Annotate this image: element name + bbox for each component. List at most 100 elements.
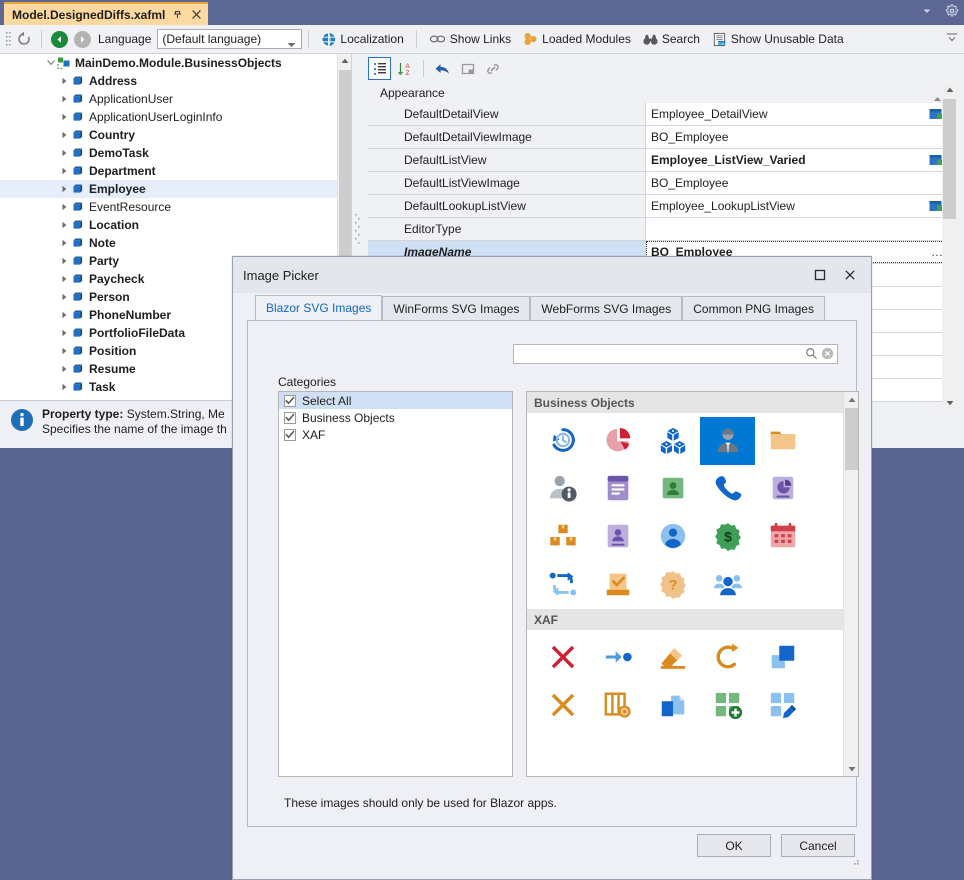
image-item-person-circle-icon[interactable] [645, 513, 700, 561]
close-icon[interactable] [835, 262, 865, 288]
expand-arrow-icon[interactable] [58, 378, 71, 396]
category-item[interactable]: XAF [279, 426, 512, 443]
gear-icon[interactable] [944, 3, 960, 19]
maximize-icon[interactable] [805, 262, 835, 288]
search-icon[interactable] [805, 347, 818, 363]
image-item-question-badge-icon[interactable]: ? [645, 561, 700, 609]
categorized-view-icon[interactable] [368, 57, 391, 80]
show-unusable-data-button[interactable]: XML Show Unusable Data [706, 28, 850, 50]
image-item-task-check-icon[interactable] [590, 561, 645, 609]
image-item-people-group-icon[interactable] [700, 561, 755, 609]
localization-button[interactable]: Localization [315, 28, 409, 50]
cancel-button[interactable]: Cancel [781, 834, 855, 857]
toolbar-overflow-icon[interactable] [945, 31, 959, 48]
expand-arrow-icon[interactable] [58, 144, 71, 162]
expand-arrow-icon[interactable] [58, 162, 71, 180]
property-value-cell[interactable]: Employee_ListView_Varied [646, 149, 948, 171]
expand-arrow-icon[interactable] [58, 252, 71, 270]
property-scroll-thumb[interactable] [943, 99, 956, 219]
tree-node-note[interactable]: Note [0, 234, 351, 252]
image-item-note-document-icon[interactable] [590, 465, 645, 513]
navigate-back-icon[interactable] [48, 28, 71, 50]
search-input-box[interactable] [513, 344, 838, 364]
expand-arrow-icon[interactable] [58, 324, 71, 342]
image-item-arrow-to-dot-icon[interactable] [590, 634, 645, 682]
checkbox[interactable] [284, 429, 296, 441]
expand-arrow-icon[interactable] [58, 108, 71, 126]
image-item-person-info-icon[interactable] [535, 465, 590, 513]
image-item-calendar-icon[interactable] [755, 513, 810, 561]
expand-arrow-icon[interactable] [58, 198, 71, 216]
property-name-cell[interactable]: DefaultListView [368, 149, 646, 171]
expand-arrow-icon[interactable] [58, 180, 71, 198]
image-item-copy-blue-icon[interactable] [755, 634, 810, 682]
tree-node-root[interactable]: MainDemo.Module.BusinessObjects [0, 54, 351, 72]
expand-arrow-icon[interactable] [58, 288, 71, 306]
image-item-boxes-orange-icon[interactable] [535, 513, 590, 561]
show-links-button[interactable]: Show Links [423, 28, 517, 50]
close-icon[interactable] [190, 8, 203, 21]
dialog-titlebar[interactable]: Image Picker [233, 257, 871, 293]
category-item[interactable]: Business Objects [279, 409, 512, 426]
image-item-edit-tile-icon[interactable] [755, 682, 810, 730]
expand-arrow-icon[interactable] [58, 72, 71, 90]
image-item-employee-person-icon[interactable] [700, 417, 755, 465]
property-value-cell[interactable]: BO_Employee [646, 172, 948, 194]
collapse-arrow-icon[interactable] [44, 54, 57, 72]
category-item[interactable]: Select All [279, 392, 512, 409]
loaded-modules-button[interactable]: Loaded Modules [517, 28, 637, 50]
tab-blazor-svg-images[interactable]: Blazor SVG Images [255, 295, 382, 321]
property-value-cell[interactable]: BO_Employee [646, 126, 948, 148]
expand-arrow-icon[interactable] [58, 234, 71, 252]
scroll-down-icon[interactable] [942, 396, 957, 410]
tab-common-png-images[interactable]: Common PNG Images [682, 296, 825, 321]
property-name-cell[interactable]: DefaultDetailView [368, 103, 646, 125]
image-item-person-card-green-icon[interactable] [645, 465, 700, 513]
image-item-folder-icon[interactable] [755, 417, 810, 465]
image-item-duplicate-page-icon[interactable] [645, 682, 700, 730]
scroll-up-icon[interactable] [844, 392, 859, 407]
pin-icon[interactable] [171, 8, 184, 21]
property-row[interactable]: DefaultLookupListViewEmployee_LookupList… [368, 195, 948, 218]
property-row[interactable]: DefaultListViewImageBO_Employee [368, 172, 948, 195]
reset-value-icon[interactable] [431, 57, 454, 80]
resize-grip-icon[interactable] [850, 855, 860, 869]
chevron-down-icon[interactable] [919, 3, 935, 19]
refresh-icon[interactable] [13, 28, 35, 50]
tree-node-applicationuser[interactable]: ApplicationUser [0, 90, 351, 108]
property-value-cell[interactable] [646, 218, 948, 240]
tree-node-demotask[interactable]: DemoTask [0, 144, 351, 162]
scroll-up-icon[interactable] [338, 54, 352, 68]
scroll-up-icon[interactable] [942, 83, 957, 97]
property-name-cell[interactable]: DefaultLookupListView [368, 195, 646, 217]
property-row[interactable]: EditorType [368, 218, 948, 241]
expand-arrow-icon[interactable] [58, 216, 71, 234]
image-item-workflow-arrows-icon[interactable] [535, 561, 590, 609]
property-row[interactable]: DefaultListViewEmployee_ListView_Varied [368, 149, 948, 172]
image-item-pie-chart-icon[interactable] [590, 417, 645, 465]
image-item-cubes-icon[interactable] [645, 417, 700, 465]
property-name-cell[interactable]: EditorType [368, 218, 646, 240]
search-button[interactable]: Search [637, 28, 706, 50]
language-combobox[interactable]: (Default language) [157, 29, 302, 49]
property-value-cell[interactable]: Employee_LookupListView [646, 195, 948, 217]
image-item-add-tile-green-icon[interactable] [700, 682, 755, 730]
tab-webforms-svg-images[interactable]: WebForms SVG Images [530, 296, 682, 321]
property-row[interactable]: DefaultDetailViewImageBO_Employee [368, 126, 948, 149]
tree-node-location[interactable]: Location [0, 216, 351, 234]
image-list-scrollbar[interactable] [843, 392, 858, 776]
tab-winforms-svg-images[interactable]: WinForms SVG Images [382, 296, 530, 321]
image-item-eraser-icon[interactable] [645, 634, 700, 682]
expand-arrow-icon[interactable] [58, 90, 71, 108]
image-item-history-clock-icon[interactable] [535, 417, 590, 465]
property-grid-scrollbar[interactable] [942, 83, 957, 410]
image-item-columns-settings-icon[interactable] [590, 682, 645, 730]
tree-node-address[interactable]: Address [0, 72, 351, 90]
image-item-delete-x-red-icon[interactable] [535, 634, 590, 682]
tree-node-country[interactable]: Country [0, 126, 351, 144]
clear-icon[interactable] [821, 347, 834, 363]
property-row[interactable]: DefaultDetailViewEmployee_DetailView [368, 103, 948, 126]
link-icon[interactable] [481, 57, 504, 80]
image-item-close-x-orange-icon[interactable] [535, 682, 590, 730]
expand-arrow-icon[interactable] [58, 126, 71, 144]
